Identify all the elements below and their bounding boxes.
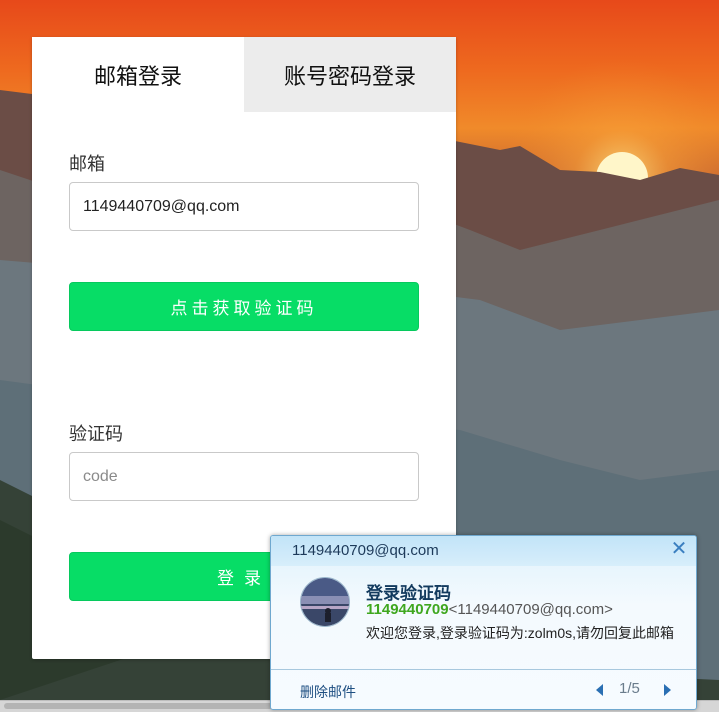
mail-preview-text[interactable]: 欢迎您登录,登录验证码为:zolm0s,请勿回复此邮箱	[366, 623, 678, 644]
pager-count: 1/5	[619, 680, 640, 697]
get-code-button[interactable]: 点击获取验证码	[69, 282, 419, 331]
close-icon[interactable]: ✕	[670, 539, 688, 559]
code-input[interactable]	[69, 452, 419, 501]
notification-account: 1149440709@qq.com	[292, 542, 439, 559]
tab-account-password-login[interactable]: 账号密码登录	[244, 37, 456, 112]
mail-sender: 1149440709<1149440709@qq.com>	[366, 601, 613, 618]
previous-arrow-icon[interactable]	[593, 683, 607, 697]
tab-email-login[interactable]: 邮箱登录	[32, 37, 244, 112]
code-label: 验证码	[69, 424, 123, 444]
login-tabs: 邮箱登录 账号密码登录	[32, 37, 456, 112]
next-arrow-icon[interactable]	[660, 683, 674, 697]
email-label: 邮箱	[69, 154, 105, 174]
divider	[271, 669, 696, 670]
email-input[interactable]	[69, 182, 419, 231]
sender-avatar	[300, 577, 350, 627]
sender-address: <1149440709@qq.com>	[448, 601, 613, 618]
delete-mail-link[interactable]: 删除邮件	[300, 682, 356, 702]
sender-name: 1149440709	[366, 601, 449, 618]
mail-notification-popup: 1149440709@qq.com ✕ 登录验证码 1149440709<114…	[270, 535, 697, 710]
